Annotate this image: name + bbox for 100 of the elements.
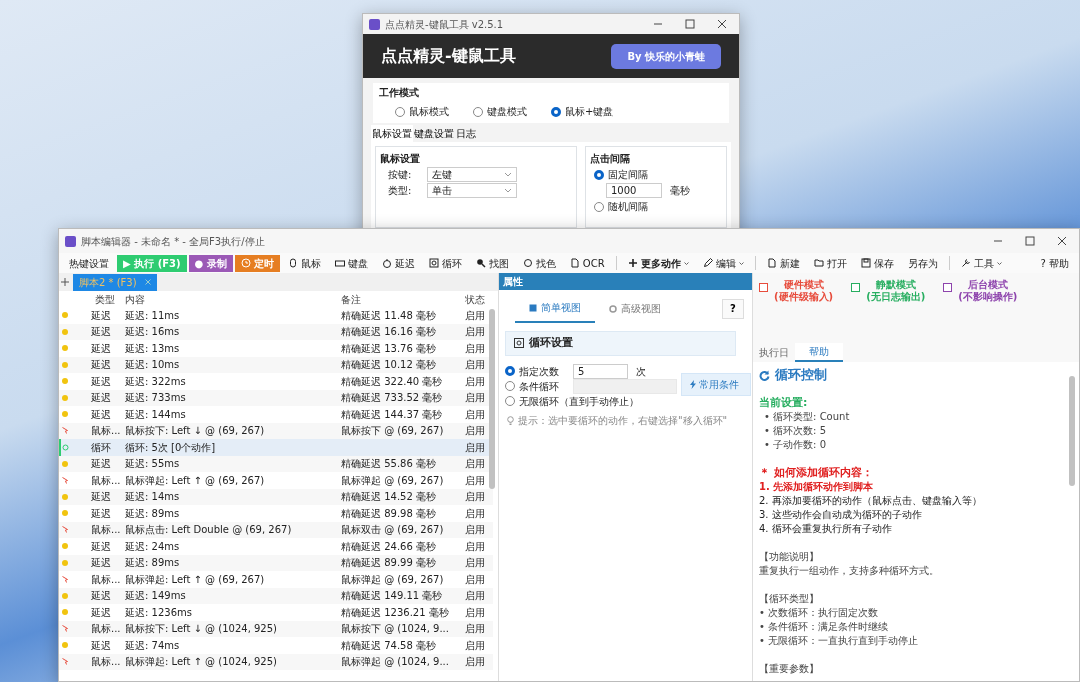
toolbar-button[interactable]: 找图: [469, 254, 515, 272]
maximize-icon[interactable]: [685, 19, 695, 29]
tab[interactable]: 鼠标设置: [371, 125, 413, 142]
table-cell-text: 延迟: 55ms: [124, 457, 181, 472]
radio-button[interactable]: [505, 396, 515, 406]
radio-button[interactable]: [594, 201, 604, 212]
radio-button[interactable]: [551, 106, 561, 117]
table-row[interactable]: 鼠标... 鼠标弹起: Left ↑ @ (69, 267) 鼠标弹起 @ (69, 267) 启用: [59, 571, 493, 588]
radio-button[interactable]: [594, 169, 604, 180]
table-row[interactable]: 延迟 延迟: 13ms 精确延迟 13.76 毫秒 启用: [59, 340, 493, 357]
cursor-icon: [62, 575, 68, 583]
scrollbar-thumb[interactable]: [1069, 376, 1075, 486]
toolbar-button[interactable]: 循环: [422, 254, 468, 272]
table-cell-text: 启用: [464, 605, 486, 620]
toolbar-button[interactable]: 编辑: [696, 254, 750, 272]
table-cell-text: 鼠标弹起: Left ↑ @ (1024, 925): [124, 655, 278, 670]
table-cell-text: 鼠标...: [90, 424, 122, 439]
panel-header: 属性: [499, 273, 752, 290]
tab[interactable]: 键盘设置: [413, 125, 455, 142]
toolbar-button[interactable]: OCR: [563, 254, 611, 272]
checkbox[interactable]: [759, 283, 768, 292]
help-button[interactable]: ?: [722, 298, 744, 319]
table-cell-text: 延迟: [90, 391, 112, 406]
radio-button[interactable]: [395, 106, 405, 117]
table-row[interactable]: 鼠标... 鼠标点击: Left Double @ (69, 267) 鼠标双击 @ (69, 267) 启用: [59, 521, 493, 538]
plus-icon[interactable]: [59, 276, 71, 288]
table-row[interactable]: 鼠标... 鼠标按下: Left ↓ @ (1024, 925) 鼠标按下 @ (1024, 9... 启用: [59, 620, 493, 637]
loop-icon: [514, 338, 524, 349]
toolbar-button[interactable]: 热键设置: [63, 254, 115, 272]
toolbar-button[interactable]: ? 帮助: [1034, 254, 1075, 272]
toolbar-button[interactable]: 键盘: [328, 254, 374, 272]
table-row[interactable]: 延迟 延迟: 24ms 精确延迟 24.66 毫秒 启用: [59, 538, 493, 555]
toolbar-button[interactable]: 保存: [854, 254, 900, 272]
table-cell-text: 循环: [90, 440, 112, 455]
table-row[interactable]: 鼠标... 鼠标弹起: Left ↑ @ (69, 267) 鼠标弹起 @ (69, 267) 启用: [59, 472, 493, 489]
dropdown-field[interactable]: 单击: [427, 183, 518, 198]
toolbar-button[interactable]: ● 录制: [188, 254, 233, 272]
field-label: 类型:: [388, 184, 412, 198]
table-cell-text: 延迟: 14ms: [124, 490, 181, 505]
radio-button[interactable]: [505, 381, 515, 391]
unit-label: 毫秒: [670, 184, 690, 198]
table-row[interactable]: 延迟 延迟: 74ms 精确延迟 74.58 毫秒 启用: [59, 637, 493, 654]
scrollbar-thumb[interactable]: [489, 309, 495, 489]
tab[interactable]: 日志: [455, 125, 477, 142]
table-cell-text: 延迟: 24ms: [124, 539, 181, 554]
number-field[interactable]: 5: [573, 363, 628, 379]
table-cell-text: 延迟: [90, 605, 112, 620]
table-row[interactable]: 鼠标... 鼠标弹起: Left ↑ @ (1024, 925) 鼠标弹起 @ (1024, 9... 启用: [59, 653, 493, 670]
toolbar-button[interactable]: 工具: [954, 254, 1008, 272]
tab[interactable]: 执行日: [753, 343, 795, 362]
table-cell-text: 延迟: [90, 490, 112, 505]
table-row[interactable]: 延迟 延迟: 144ms 精确延迟 144.37 毫秒 启用: [59, 406, 493, 423]
table-cell-text: 精确延迟 16.16 毫秒: [340, 325, 437, 340]
help-text: • 循环次数: 5: [763, 424, 827, 438]
toolbar-button[interactable]: 鼠标: [281, 254, 327, 272]
maximize-icon[interactable]: [1025, 236, 1035, 246]
table-cell-text: 鼠标双击 @ (69, 267): [340, 523, 445, 538]
radio-button[interactable]: [473, 106, 483, 117]
table-row[interactable]: 延迟 延迟: 322ms 精确延迟 322.40 毫秒 启用: [59, 373, 493, 390]
table-cell-text: 精确延迟 149.11 毫秒: [340, 589, 444, 604]
conditions-button[interactable]: 常用条件: [681, 372, 751, 396]
table-row[interactable]: 延迟 延迟: 11ms 精确延迟 11.48 毫秒 启用: [59, 307, 493, 324]
table-cell-text: 延迟: 733ms: [124, 391, 187, 406]
table-cell-text: 鼠标弹起 @ (69, 267): [340, 572, 445, 587]
field-label: 按键:: [388, 168, 412, 182]
table-cell-text: 启用: [464, 556, 486, 571]
table-cell-text: 延迟: [90, 358, 112, 373]
table-row[interactable]: 延迟 延迟: 1236ms 精确延迟 1236.21 毫秒 启用: [59, 604, 493, 621]
circle-icon: [522, 258, 533, 268]
loop-icon: [428, 258, 439, 268]
help-text: 4. 循环会重复执行所有子动作: [759, 522, 893, 536]
table-cell-text: 精确延迟 14.52 毫秒: [340, 490, 437, 505]
number-field[interactable]: 1000: [606, 183, 662, 198]
table-row[interactable]: 延迟 延迟: 14ms 精确延迟 14.52 毫秒 启用: [59, 488, 493, 505]
toolbar-button[interactable]: 找色: [516, 254, 562, 272]
toolbar-button[interactable]: 打开: [807, 254, 853, 272]
table-cell-text: 精确延迟 89.99 毫秒: [340, 556, 437, 571]
dot-icon: [62, 592, 68, 599]
toolbar-button[interactable]: 更多动作: [621, 254, 695, 272]
toolbar-button[interactable]: 新建: [760, 254, 806, 272]
cursor-icon: [62, 476, 68, 484]
dot-icon: [62, 460, 68, 467]
table-row[interactable]: 延迟 延迟: 149ms 精确延迟 149.11 毫秒 启用: [59, 587, 493, 604]
checkbox[interactable]: [851, 283, 861, 292]
close-icon[interactable]: [717, 19, 727, 29]
author-button[interactable]: By 快乐的小青蛙: [611, 43, 721, 69]
toolbar-button[interactable]: 另存为: [901, 254, 944, 272]
checkbox[interactable]: [943, 283, 953, 292]
table-row[interactable]: 延迟 延迟: 89ms 精确延迟 89.98 毫秒 启用: [59, 505, 493, 522]
radio-button[interactable]: [505, 366, 515, 376]
mode-label: 硬件模式 (硬件级输入): [774, 279, 834, 303]
table-cell-text: 精确延迟 74.58 毫秒: [340, 638, 437, 653]
toolbar-button[interactable]: 延迟: [375, 254, 421, 272]
table-cell-text: 延迟: 16ms: [124, 325, 181, 340]
table-cell-text: 启用: [464, 539, 486, 554]
table-cell-text: 延迟: 89ms: [124, 556, 181, 571]
close-icon[interactable]: [1057, 236, 1067, 246]
dropdown-field[interactable]: 左键: [427, 167, 518, 182]
table-row[interactable]: 延迟 延迟: 89ms 精确延迟 89.99 毫秒 启用: [59, 554, 493, 571]
tab[interactable]: 帮助: [795, 343, 843, 362]
